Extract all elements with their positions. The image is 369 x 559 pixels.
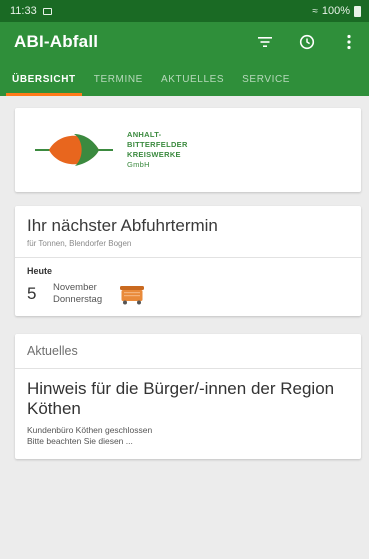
clock-icon[interactable] (297, 32, 317, 52)
app-title: ABI-Abfall (14, 32, 99, 51)
next-pickup-subtitle: für Tonnen, Blendorfer Bogen (27, 239, 132, 248)
battery-icon (354, 5, 361, 17)
next-pickup-title: Ihr nächster Abfuhrtermin (27, 216, 218, 235)
wifi-icon: ≈ (312, 5, 318, 17)
news-section-header: Aktuelles (15, 334, 361, 369)
today-label: Heute (27, 266, 53, 276)
news-preview: Kundenbüro Köthen geschlossen Bitte beac… (27, 425, 153, 446)
pickup-day: 5 (27, 284, 37, 303)
company-logo-card: ANHALT- BITTERFELDER KREISWERKE GmbH (15, 108, 361, 192)
status-bar: 11:33 ≈ 100% (0, 0, 369, 22)
pickup-date-row: 5 November Donnerstag (27, 282, 353, 306)
battery-percent: 100% (321, 5, 350, 17)
tab-service[interactable]: SERVICE (236, 62, 296, 96)
pickup-month: November (53, 282, 97, 293)
news-item[interactable]: Hinweis für die Bürger/-innen der Region… (15, 369, 361, 459)
image-notification-icon (42, 7, 52, 15)
tab-aktuelles[interactable]: AKTUELLES (155, 62, 230, 96)
leaf-logo-icon (35, 134, 113, 166)
status-time: 11:33 (10, 5, 37, 17)
tab-uebersicht[interactable]: ÜBERSICHT (6, 62, 82, 96)
news-card[interactable]: Aktuelles Hinweis für die Bürger/-innen … (15, 334, 361, 459)
overview-content: ANHALT- BITTERFELDER KREISWERKE GmbH Ihr… (0, 96, 369, 559)
filter-icon[interactable] (255, 32, 275, 52)
tab-bar: ÜBERSICHT TERMINE AKTUELLES SERVICE (0, 62, 369, 96)
app-bar: ABI-Abfall (0, 22, 369, 62)
news-title: Hinweis für die Bürger/-innen der Region… (27, 379, 335, 418)
divider (15, 257, 361, 258)
pickup-date-text: November Donnerstag (53, 282, 102, 306)
garbage-bin-icon (120, 286, 145, 305)
company-name: ANHALT- BITTERFELDER KREISWERKE GmbH (127, 130, 188, 169)
next-pickup-card[interactable]: Ihr nächster Abfuhrtermin für Tonnen, Bl… (15, 206, 361, 316)
more-vert-icon[interactable] (339, 32, 359, 52)
pickup-weekday: Donnerstag (53, 294, 103, 305)
tab-termine[interactable]: TERMINE (88, 62, 149, 96)
